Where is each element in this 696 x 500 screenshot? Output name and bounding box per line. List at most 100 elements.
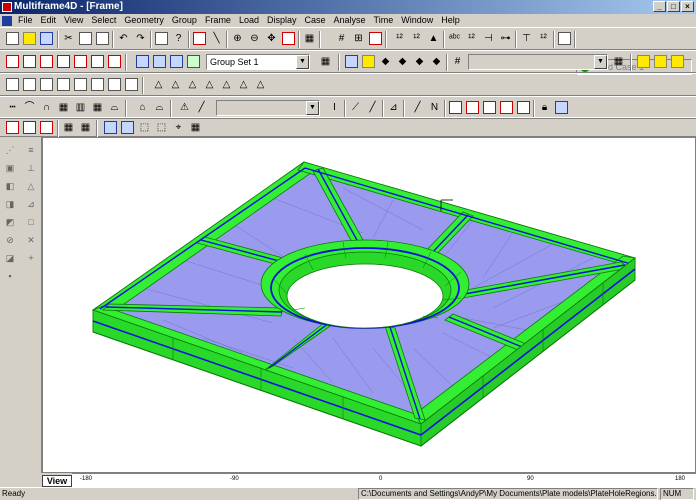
add-member-icon[interactable]	[21, 76, 38, 93]
truss-icon[interactable]	[89, 76, 106, 93]
select-cursor-icon[interactable]: ⌖	[170, 119, 187, 136]
open-file-icon[interactable]	[21, 30, 38, 47]
side-tool-5-icon[interactable]: ◧	[3, 179, 17, 193]
section-select[interactable]: ▼	[216, 100, 320, 116]
close-button[interactable]: ×	[681, 1, 694, 12]
view-grid-icon[interactable]: #	[449, 53, 466, 70]
help-pointer-icon[interactable]: ?	[170, 30, 187, 47]
minimize-button[interactable]: _	[653, 1, 666, 12]
chevron-down-icon[interactable]: ▼	[594, 55, 607, 69]
connect-icon[interactable]: ⟋	[347, 99, 364, 116]
side-tool-3-icon[interactable]: ▣	[3, 161, 17, 175]
menu-edit[interactable]: Edit	[37, 14, 61, 27]
side-tool-4-icon[interactable]: ⊥	[24, 161, 38, 175]
zoom-in-icon[interactable]: ⊕	[229, 30, 246, 47]
lock-icon[interactable]: 🔒︎	[536, 99, 553, 116]
menu-display[interactable]: Display	[263, 14, 301, 27]
view-3d-icon[interactable]: ◆	[428, 53, 445, 70]
select-line-icon[interactable]: ╲	[208, 30, 225, 47]
show-s-icon[interactable]	[652, 53, 669, 70]
side-tool-2-icon[interactable]: ≡	[24, 143, 38, 157]
menu-window[interactable]: Window	[397, 14, 437, 27]
member-slab-icon[interactable]: ⌓	[106, 99, 123, 116]
select-node-icon[interactable]	[4, 119, 21, 136]
member-line-icon[interactable]: ┅	[4, 99, 21, 116]
snap-node-icon[interactable]: ⊞	[350, 30, 367, 47]
show-v-icon[interactable]	[635, 53, 652, 70]
triangle-icon[interactable]: △	[150, 76, 167, 93]
member-numbers-icon[interactable]: ¹²	[408, 30, 425, 47]
maximize-button[interactable]: □	[667, 1, 680, 12]
triangle2-icon[interactable]: △	[167, 76, 184, 93]
select-group-icon[interactable]: ⬚	[153, 119, 170, 136]
subdivide-icon[interactable]	[447, 99, 464, 116]
polyline-icon[interactable]: ╱	[409, 99, 426, 116]
render-full-icon[interactable]	[185, 53, 202, 70]
triangle3-icon[interactable]: △	[184, 76, 201, 93]
side-tool-15-icon[interactable]: ▪	[3, 269, 17, 283]
light-icon[interactable]	[360, 53, 377, 70]
select-window-icon[interactable]	[102, 119, 119, 136]
select-inverse-icon[interactable]: ▦	[77, 119, 94, 136]
zigzag-icon[interactable]: N	[426, 99, 443, 116]
redo-icon[interactable]: ↷	[132, 30, 149, 47]
copy-icon[interactable]	[77, 30, 94, 47]
side-tool-9-icon[interactable]: ◩	[3, 215, 17, 229]
member-dome-icon[interactable]: ⌓	[151, 99, 168, 116]
undo-icon[interactable]: ↶	[115, 30, 132, 47]
side-tool-8-icon[interactable]: ⊿	[24, 197, 38, 211]
select-member-icon[interactable]	[21, 119, 38, 136]
render-flat-icon[interactable]	[134, 53, 151, 70]
menu-help[interactable]: Help	[437, 14, 464, 27]
side-tool-13-icon[interactable]: ◪	[3, 251, 17, 265]
group-set-select[interactable]: Group Set 1 ▼	[206, 54, 310, 70]
zoom-extents-icon[interactable]	[280, 30, 297, 47]
subdivide2-icon[interactable]	[464, 99, 481, 116]
side-tool-7-icon[interactable]: ◨	[3, 197, 17, 211]
render-shaded-icon[interactable]	[151, 53, 168, 70]
subdivide4-icon[interactable]	[498, 99, 515, 116]
property-icon[interactable]: Ι	[326, 99, 343, 116]
portal-icon[interactable]	[72, 76, 89, 93]
menu-file[interactable]: File	[14, 14, 37, 27]
cut-icon[interactable]: ✂	[60, 30, 77, 47]
view-front-icon[interactable]: ◆	[377, 53, 394, 70]
select-grid-icon[interactable]: ▦	[187, 119, 204, 136]
layout-icon[interactable]: ▦	[610, 53, 627, 70]
axis-icon[interactable]: ⊣	[480, 30, 497, 47]
member-portal-icon[interactable]: ⌂	[134, 99, 151, 116]
zoom-out-icon[interactable]: ⊖	[246, 30, 263, 47]
view-select[interactable]: ▼	[468, 54, 608, 70]
add-node-icon[interactable]	[4, 76, 21, 93]
grid-icon[interactable]: ▦	[301, 30, 318, 47]
show-m-icon[interactable]	[669, 53, 686, 70]
load-numbers-icon[interactable]: ¹²	[535, 30, 552, 47]
mirror-icon[interactable]: ⊿	[385, 99, 402, 116]
menu-view[interactable]: View	[60, 14, 87, 27]
draw-t-icon[interactable]	[106, 53, 123, 70]
view-iso-icon[interactable]	[343, 53, 360, 70]
label-abc-icon[interactable]: ᵃᵇᶜ	[446, 30, 463, 47]
side-tool-12-icon[interactable]: ✕	[24, 233, 38, 247]
side-tool-14-icon[interactable]: +	[24, 251, 38, 265]
group-grid-icon[interactable]: ▦	[317, 53, 334, 70]
triangle5-icon[interactable]: △	[218, 76, 235, 93]
member-grid-icon[interactable]: ▦	[55, 99, 72, 116]
camera-icon[interactable]	[553, 99, 570, 116]
frame-view-canvas[interactable]	[42, 137, 696, 473]
diagonal-icon[interactable]: ╱	[193, 99, 210, 116]
offset-icon[interactable]: ⊤	[518, 30, 535, 47]
menu-time[interactable]: Time	[370, 14, 398, 27]
side-tool-6-icon[interactable]: △	[24, 179, 38, 193]
paste-icon[interactable]	[94, 30, 111, 47]
new-file-icon[interactable]	[4, 30, 21, 47]
render-solid-icon[interactable]	[168, 53, 185, 70]
menu-group[interactable]: Group	[168, 14, 201, 27]
select-cross-icon[interactable]	[119, 119, 136, 136]
draw-d-icon[interactable]	[4, 53, 21, 70]
member-arc-icon[interactable]: ∩	[38, 99, 55, 116]
menu-case[interactable]: Case	[301, 14, 330, 27]
member-curve-icon[interactable]: ⌒	[21, 99, 38, 116]
chevron-down-icon[interactable]: ▼	[296, 55, 309, 69]
snap-toggle-icon[interactable]	[367, 30, 384, 47]
